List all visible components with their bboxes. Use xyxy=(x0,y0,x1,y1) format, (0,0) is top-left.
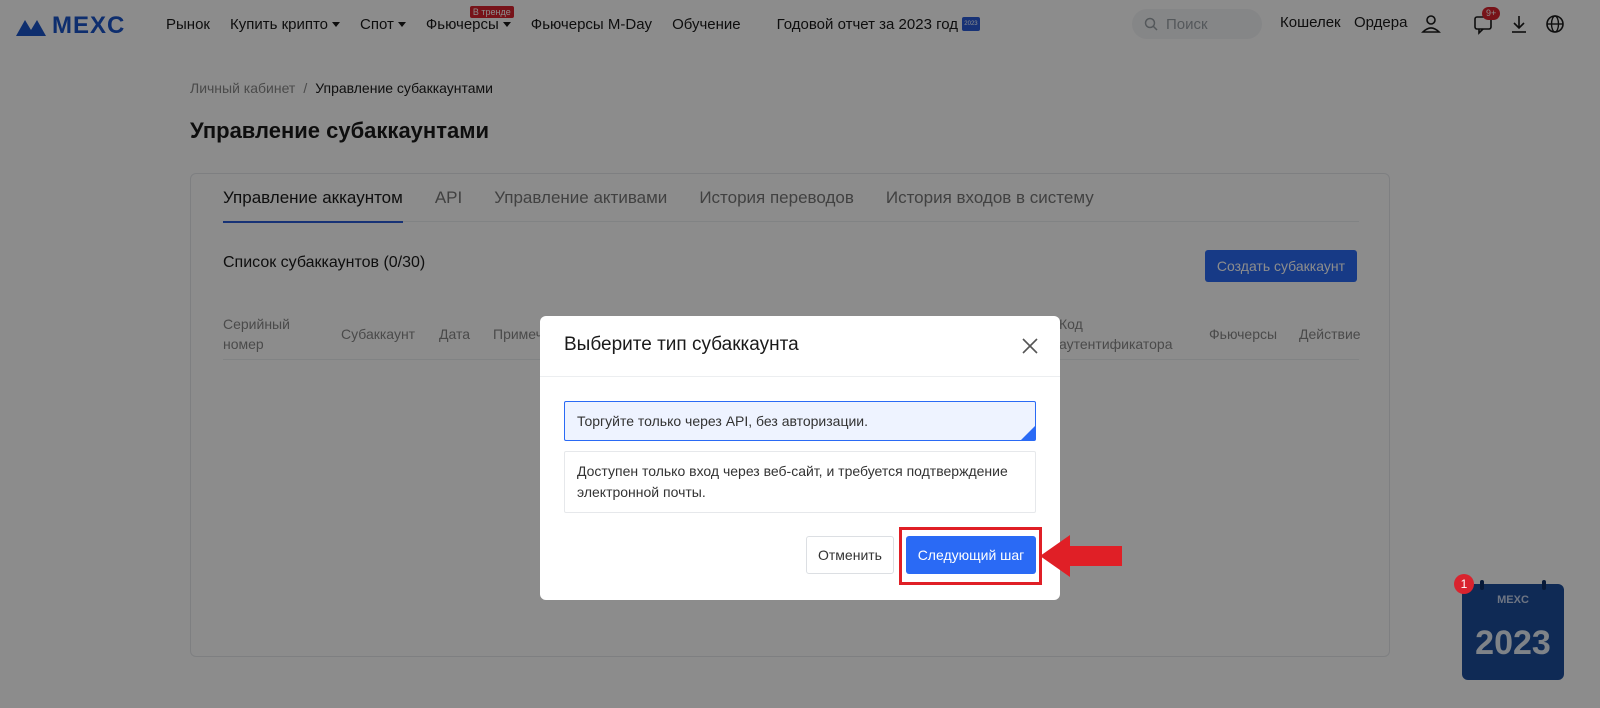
highlight-frame xyxy=(899,527,1042,585)
dialog-title: Выберите тип субаккаунта xyxy=(564,334,799,355)
pointer-arrow-icon xyxy=(1040,535,1122,577)
widget-count-badge: 1 xyxy=(1454,574,1474,594)
option-label: Доступен только вход через веб-сайт, и т… xyxy=(577,463,1008,500)
option-web-subaccount[interactable]: Доступен только вход через веб-сайт, и т… xyxy=(564,451,1036,513)
close-icon[interactable] xyxy=(1020,336,1040,356)
option-api-subaccount[interactable]: Торгуйте только через API, без авторизац… xyxy=(564,401,1036,441)
dialog-divider xyxy=(540,376,1060,377)
option-label: Торгуйте только через API, без авторизац… xyxy=(577,413,869,429)
cancel-button[interactable]: Отменить xyxy=(806,536,894,574)
selected-check-icon xyxy=(1021,426,1035,440)
